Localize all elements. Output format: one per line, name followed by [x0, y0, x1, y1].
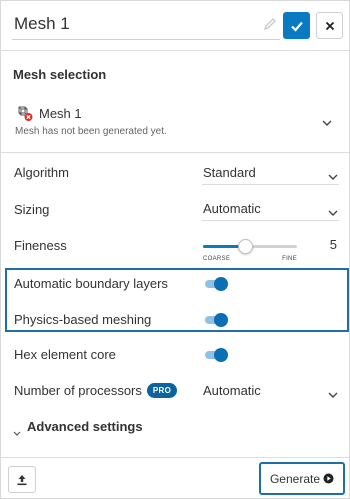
- sizing-label: Sizing: [14, 202, 50, 217]
- processors-select[interactable]: Automatic: [202, 381, 339, 403]
- advanced-settings-label: Advanced settings: [27, 419, 143, 434]
- generate-label: Generate: [269, 471, 321, 486]
- close-button[interactable]: [316, 12, 343, 39]
- sizing-select[interactable]: Automatic: [202, 199, 339, 221]
- mesh-error-icon: [16, 105, 36, 123]
- panel-footer: Generate: [1, 457, 349, 499]
- physics-based-meshing-toggle[interactable]: [205, 313, 228, 327]
- hex-element-core-toggle[interactable]: [205, 348, 228, 362]
- check-icon: [290, 21, 303, 32]
- fineness-slider[interactable]: COARSE FINE: [203, 237, 297, 267]
- fineness-label: Fineness: [14, 238, 67, 253]
- algorithm-label: Algorithm: [14, 165, 69, 180]
- toggle-knob: [214, 348, 228, 362]
- title-field[interactable]: Mesh 1: [12, 10, 280, 40]
- chevron-down-icon: [13, 424, 21, 442]
- panel-title[interactable]: Mesh 1: [14, 14, 70, 34]
- mesh-selector[interactable]: Mesh 1 Mesh has not been generated yet.: [1, 97, 349, 143]
- chevron-down-icon: [328, 168, 338, 186]
- processors-label: Number of processors: [14, 383, 142, 398]
- physics-based-meshing-label: Physics-based meshing: [14, 312, 152, 327]
- mesh-name: Mesh 1: [39, 106, 82, 121]
- chevron-down-icon: [328, 204, 338, 222]
- fineness-value: 5: [329, 237, 337, 252]
- mesh-selection-title: Mesh selection: [13, 67, 107, 82]
- divider: [1, 152, 349, 153]
- algorithm-value: Standard: [203, 165, 256, 180]
- mesh-panel: Mesh 1 Mesh selection Mesh 1 Mesh has no…: [0, 0, 350, 499]
- generate-button[interactable]: Generate: [259, 462, 345, 495]
- sizing-value: Automatic: [203, 201, 261, 216]
- pro-badge: PRO: [147, 383, 177, 398]
- toggle-knob: [214, 277, 228, 291]
- slider-min-label: COARSE: [203, 256, 231, 262]
- hex-element-core-label: Hex element core: [14, 347, 116, 362]
- chevron-down-icon: [322, 114, 332, 132]
- mesh-status: Mesh has not been generated yet.: [15, 126, 167, 137]
- algorithm-select[interactable]: Standard: [202, 163, 339, 185]
- automatic-boundary-layers-label: Automatic boundary layers: [14, 276, 168, 291]
- play-circle-icon: [323, 473, 334, 484]
- panel-header: Mesh 1: [1, 1, 349, 51]
- chevron-down-icon: [328, 386, 338, 404]
- automatic-boundary-layers-toggle[interactable]: [205, 277, 228, 291]
- confirm-button[interactable]: [283, 12, 310, 39]
- slider-max-label: FINE: [282, 256, 297, 262]
- processors-value: Automatic: [203, 383, 261, 398]
- pencil-icon[interactable]: [262, 16, 278, 32]
- upload-icon: [17, 474, 27, 485]
- close-icon: [325, 21, 334, 30]
- slider-handle[interactable]: [238, 239, 253, 254]
- upload-button[interactable]: [8, 466, 36, 493]
- toggle-knob: [214, 313, 228, 327]
